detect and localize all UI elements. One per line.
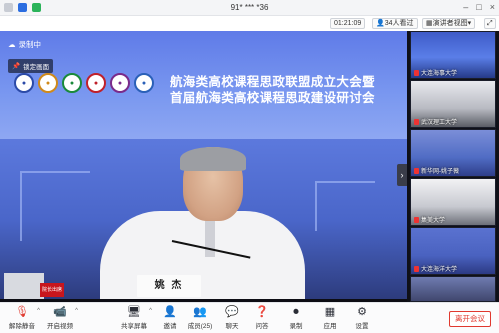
view-mode-label: 演讲者视图 xyxy=(432,20,468,27)
share-label: 共享屏幕 xyxy=(121,323,147,330)
apps-icon: ▦ xyxy=(324,306,336,318)
question-icon: ❓ xyxy=(255,306,269,318)
meeting-toolbar: 01:21:09 👤34人看过 ▦演讲者视图▾ ⤢ xyxy=(0,16,499,30)
microphone-muted-icon: 🎙 xyxy=(15,306,29,318)
university-logos: ● ● ● ● ● ● xyxy=(14,73,154,93)
pin-view-label[interactable]: 📌 锁定画面 xyxy=(8,59,54,73)
window-title: 91* *** *36 xyxy=(230,3,269,12)
participant-tile[interactable]: 大连海洋大学 xyxy=(410,227,496,275)
settings-label: 设置 xyxy=(355,323,369,330)
mic-muted-icon xyxy=(414,167,419,174)
camera-off-icon: 📹 xyxy=(53,306,67,318)
members-label: 成员(25) xyxy=(187,323,213,330)
participant-tile[interactable] xyxy=(410,276,496,302)
apps-label: 应用 xyxy=(323,323,337,330)
speaker-body xyxy=(100,211,305,302)
banner-title-line2: 首届航海类高校课程思政建设研讨会 xyxy=(170,91,375,105)
viewer-count-label: 34人看过 xyxy=(384,20,414,27)
maximize-icon[interactable]: □ xyxy=(476,2,481,12)
pin-view-text: 锁定画面 xyxy=(23,64,50,71)
participant-tile[interactable]: 大连海事大学 xyxy=(410,31,496,79)
meeting-timer: 01:21:09 xyxy=(330,18,366,29)
qa-label: 问答 xyxy=(255,323,269,330)
speaker-hair xyxy=(180,147,246,171)
university-logo: ● xyxy=(14,73,34,93)
red-sign: 院长出席 xyxy=(40,283,64,297)
university-logo: ● xyxy=(38,73,58,93)
grid-icon: ▦ xyxy=(426,20,433,27)
record-icon: ⏺ xyxy=(293,306,299,318)
mic-muted-icon xyxy=(414,265,419,272)
participant-tile[interactable]: 集美大学 xyxy=(410,178,496,226)
participant-label: 武汉理工大学 xyxy=(414,117,457,126)
main-video[interactable]: ● ● ● ● ● ● 航海类高校课程思政联盟成立大会暨 首届航海类高校课程思政… xyxy=(0,31,407,302)
chevron-down-icon: ▾ xyxy=(467,20,472,27)
invite-label: 邀请 xyxy=(163,323,177,330)
view-mode-dropdown[interactable]: ▦演讲者视图▾ xyxy=(422,18,476,29)
participant-tile[interactable]: 武汉理工大学 xyxy=(410,80,496,128)
chevron-right-icon: › xyxy=(400,170,404,180)
university-logo: ● xyxy=(110,73,130,93)
cloud-icon: ☁ xyxy=(8,40,16,49)
speaker-nameplate: 姚 杰 xyxy=(137,275,201,297)
people-icon: 👤 xyxy=(376,20,385,27)
settings-button[interactable]: ⚙ 设置 xyxy=(342,306,382,330)
fullscreen-button[interactable]: ⤢ xyxy=(484,18,496,29)
minimize-icon[interactable]: – xyxy=(463,2,468,12)
recording-label: 录制中 xyxy=(18,40,42,49)
share-screen-button[interactable]: 🖥 共享屏幕 ^ xyxy=(114,306,154,330)
window-controls: – □ × xyxy=(463,2,495,12)
desk-object xyxy=(4,273,44,301)
mute-label: 解除静音 xyxy=(9,323,35,330)
participant-name: 大连海洋大学 xyxy=(421,267,458,273)
leave-meeting-button[interactable]: 离开会议 xyxy=(449,311,491,327)
participant-name: 新华网-姚子薇 xyxy=(421,169,459,175)
viewer-count[interactable]: 👤34人看过 xyxy=(372,18,418,29)
collapse-sidebar-button[interactable]: › xyxy=(397,164,407,186)
participant-name: 武汉理工大学 xyxy=(421,120,458,126)
people-icon: 👥 xyxy=(193,306,207,318)
mic-muted-icon xyxy=(414,216,419,223)
gear-icon: ⚙ xyxy=(357,306,367,318)
participant-label: 集美大学 xyxy=(414,215,445,224)
mic-muted-icon xyxy=(414,69,419,76)
record-label: 录制 xyxy=(289,323,303,330)
mic-muted-icon xyxy=(414,118,419,125)
chat-label: 聊天 xyxy=(225,323,239,330)
add-person-icon: 👤 xyxy=(163,306,177,318)
video-button[interactable]: 📹 开启视频 ^ xyxy=(40,306,80,330)
participant-label: 大连海洋大学 xyxy=(414,264,457,273)
video-label: 开启视频 xyxy=(47,323,73,330)
chevron-up-icon[interactable]: ^ xyxy=(75,308,78,314)
recording-indicator[interactable]: ☁ 录制中 xyxy=(8,39,41,50)
crane-graphic xyxy=(20,171,90,241)
close-icon[interactable]: × xyxy=(490,2,495,12)
university-logo: ● xyxy=(134,73,154,93)
chat-icon: 💬 xyxy=(225,306,239,318)
title-bar: 91* *** *36 – □ × xyxy=(0,0,499,16)
pin-icon: 📌 xyxy=(12,63,21,70)
participant-label: 大连海事大学 xyxy=(414,68,457,77)
participant-label: 新华网-姚子薇 xyxy=(414,166,459,175)
participant-sidebar: 大连海事大学 武汉理工大学 新华网-姚子薇 集美大学 大连海洋大学 xyxy=(407,31,499,302)
university-logo: ● xyxy=(86,73,106,93)
participant-name: 大连海事大学 xyxy=(421,71,458,77)
fullscreen-icon: ⤢ xyxy=(487,20,493,27)
participant-name: 集美大学 xyxy=(421,218,446,224)
control-bar: 🎙 解除静音 ^ 📹 开启视频 ^ 🖥 共享屏幕 ^ 👤 邀请 👥 成员(25)… xyxy=(0,302,499,333)
share-screen-icon: 🖥 xyxy=(127,306,141,318)
crane-graphic xyxy=(315,181,375,231)
mute-button[interactable]: 🎙 解除静音 ^ xyxy=(2,306,42,330)
university-logo: ● xyxy=(62,73,82,93)
participant-tile[interactable]: 新华网-姚子薇 xyxy=(410,129,496,177)
